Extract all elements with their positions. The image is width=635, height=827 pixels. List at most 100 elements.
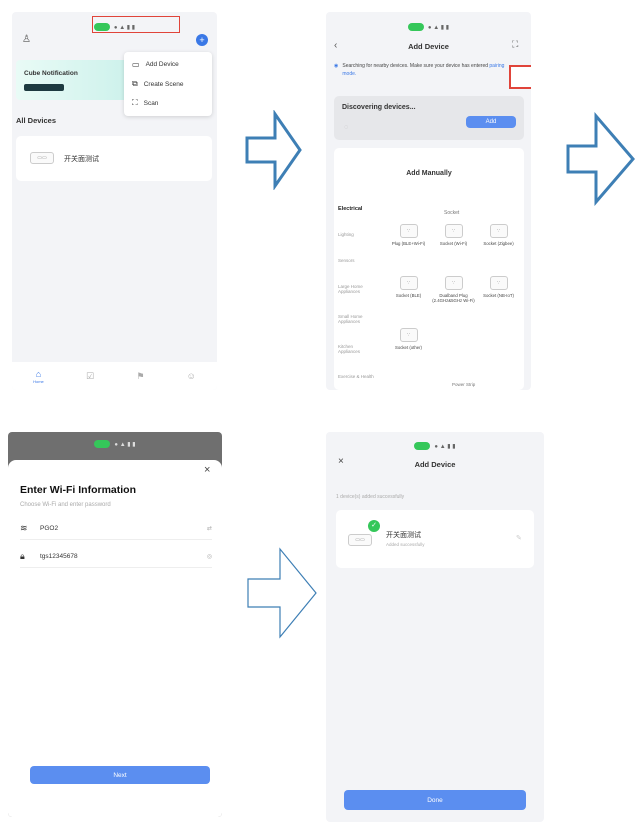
device-tile-label: Socket (Zigbee)	[483, 241, 514, 246]
category-item-lighting[interactable]: Lighting	[334, 232, 374, 258]
category-list: Electrical Lighting Sensors Large Home A…	[334, 206, 374, 390]
wifi-sheet: × Enter Wi-Fi Information Choose Wi-Fi a…	[8, 460, 222, 817]
wifi-name-value: PGO2	[40, 525, 59, 532]
device-tile[interactable]: ∵ Plug (BLE+Wi-Fi)	[386, 224, 431, 266]
close-icon[interactable]: ×	[204, 464, 210, 476]
socket-icon: ∵	[444, 224, 463, 238]
password-value: tgs12345678	[40, 553, 78, 560]
add-manually-title: Add Manually	[406, 170, 452, 177]
category-header: Socket	[444, 210, 460, 216]
device-thumbnail-icon: ▭▭	[30, 152, 54, 164]
screen-wifi-info: ● ▲ ▮ ▮ × Enter Wi-Fi Information Choose…	[8, 432, 222, 817]
socket-icon: ∵	[489, 276, 508, 290]
device-card[interactable]: ▭▭ 开关面测试	[16, 136, 212, 181]
screen-add-success: ● ▲ ▮ ▮ × Add Device 1 device(s) added s…	[326, 432, 544, 822]
scene-icon: ⧉	[132, 79, 138, 88]
status-icons: ● ▲ ▮ ▮	[427, 24, 450, 31]
flow-arrow-right-icon	[247, 547, 317, 639]
device-thumbnail-icon: ▭▭	[348, 534, 372, 546]
category-item-sensors[interactable]: Sensors	[334, 258, 374, 284]
wifi-icon: ≋	[20, 523, 28, 533]
status-bar: ● ▲ ▮ ▮	[8, 437, 222, 451]
device-status: Added successfully	[386, 542, 425, 547]
me-icon: ☺	[186, 371, 196, 381]
added-count-text: 1 device(s) added successfully	[336, 494, 405, 500]
check-badge-icon: ✓	[368, 520, 380, 532]
device-tile-label: Dualband Plug (2.4GHz&5GHz Wi-Fi)	[432, 293, 475, 303]
search-hint: ◉ Searching for nearby devices. Make sur…	[334, 62, 514, 78]
status-icons: ● ▲ ▮ ▮	[114, 441, 136, 448]
device-grid: ∵ Plug (BLE+Wi-Fi) ∵ Socket (Wi-Fi) ∵ So…	[386, 224, 522, 370]
done-button[interactable]: Done	[344, 790, 526, 810]
nav-me[interactable]: ☺	[187, 371, 196, 381]
add-button[interactable]: Add	[466, 116, 516, 128]
wifi-name-field[interactable]: ≋ PGO2 ⇄	[20, 518, 212, 540]
add-manually-panel: Add Manually Electrical Lighting Sensors…	[334, 148, 524, 390]
status-bar: ● ▲ ▮ ▮	[326, 20, 531, 34]
flow-arrow-right-icon	[566, 112, 635, 206]
add-icon[interactable]: +	[196, 34, 208, 46]
swap-icon[interactable]: ⇄	[207, 525, 212, 532]
discovering-text: Discovering devices...	[342, 104, 416, 111]
device-tile[interactable]: ∵ Dualband Plug (2.4GHz&5GHz Wi-Fi)	[431, 276, 476, 318]
device-name: 开关面测试	[64, 156, 99, 163]
status-pill	[407, 23, 424, 31]
nav-store[interactable]: ⚑	[136, 371, 144, 382]
dropdown-menu: ▭ Add Device ⧉ Create Scene ⛶ Scan	[124, 52, 212, 116]
discovering-card: Discovering devices... ◌ Add	[334, 96, 524, 140]
section-title: All Devices	[16, 116, 57, 125]
menu-item-label: Create Scene	[143, 80, 184, 88]
category-item-exercise[interactable]: Exercise & Health	[334, 374, 374, 390]
device-tile-label: Plug (BLE+Wi-Fi)	[391, 241, 426, 246]
status-pill	[414, 442, 431, 450]
power-strip-label: Power Strip	[452, 382, 476, 387]
highlight-box	[509, 65, 531, 89]
home-icon: ⌂	[35, 368, 42, 379]
device-tile[interactable]: ∵ Socket (BLE)	[386, 276, 431, 318]
screen-add-device: ● ▲ ▮ ▮ ‹ Add Device ⛶ ◉ Searching for n…	[326, 12, 531, 390]
menu-item-add-device[interactable]: ▭ Add Device	[132, 60, 179, 69]
status-pill	[94, 440, 111, 448]
edit-icon[interactable]: ✎	[516, 534, 522, 542]
screen-home: ● ▲ ▮ ▮ ♙ + Cube Notification ▭ Add Devi…	[12, 12, 217, 390]
store-icon: ⚑	[136, 370, 145, 381]
device-tile[interactable]: ∵ Socket (other)	[386, 328, 431, 370]
added-device-card[interactable]: ▭▭ ✓ 开关面测试 Added successfully ✎	[336, 510, 534, 568]
menu-item-scan[interactable]: ⛶ Scan	[132, 98, 158, 108]
nav-label: Home	[33, 378, 44, 384]
category-item-electrical[interactable]: Electrical	[334, 206, 374, 232]
loading-icon: ◌	[344, 124, 349, 131]
lock-icon: 🔒︎	[20, 551, 25, 561]
category-item-small-home[interactable]: Small Home Appliances	[334, 314, 374, 344]
category-item-kitchen[interactable]: Kitchen Appliances	[334, 344, 374, 374]
bottom-nav: ⌂ Home ☑ ⚑ ☺	[12, 362, 217, 390]
device-tile[interactable]: ∵ Socket (Wi-Fi)	[431, 224, 476, 266]
device-tile-label: Socket (Wi-Fi)	[439, 241, 468, 246]
menu-item-label: Add Device	[145, 61, 179, 68]
device-tile-label: Socket (other)	[395, 345, 422, 350]
status-bar: ● ▲ ▮ ▮	[326, 439, 544, 453]
notification-button[interactable]	[24, 84, 64, 91]
menu-item-create-scene[interactable]: ⧉ Create Scene	[132, 79, 183, 89]
status-highlight-box	[92, 16, 180, 33]
socket-icon: ∵	[399, 328, 418, 342]
menu-item-label: Scan	[143, 99, 159, 107]
next-button[interactable]: Next	[30, 766, 210, 784]
monitor-icon: ▭	[132, 60, 140, 69]
device-name: 开关面测试	[386, 532, 421, 539]
scene-tab-icon: ☑	[86, 370, 95, 381]
nav-home[interactable]: ⌂ Home	[33, 369, 44, 384]
search-hint-text: Searching for nearby devices. Make sure …	[342, 63, 489, 69]
device-tile[interactable]: ∵ Socket (NB-IoT)	[476, 276, 521, 318]
eye-icon[interactable]: ◎	[207, 553, 212, 560]
category-item-large-home[interactable]: Large Home Appliances	[334, 284, 374, 314]
scan-icon[interactable]: ⛶	[512, 39, 518, 50]
nav-scene[interactable]: ☑	[86, 371, 94, 382]
sheet-subtitle: Choose Wi-Fi and enter password	[20, 502, 111, 508]
device-tile[interactable]: ∵ Socket (Zigbee)	[476, 224, 521, 266]
password-field[interactable]: 🔒︎ tgs12345678 ◎	[20, 546, 212, 568]
socket-icon: ∵	[489, 224, 508, 238]
device-tile-label: Socket (BLE)	[395, 293, 422, 298]
profile-icon[interactable]: ♙	[22, 34, 31, 45]
page-title: Add Device	[408, 42, 449, 51]
